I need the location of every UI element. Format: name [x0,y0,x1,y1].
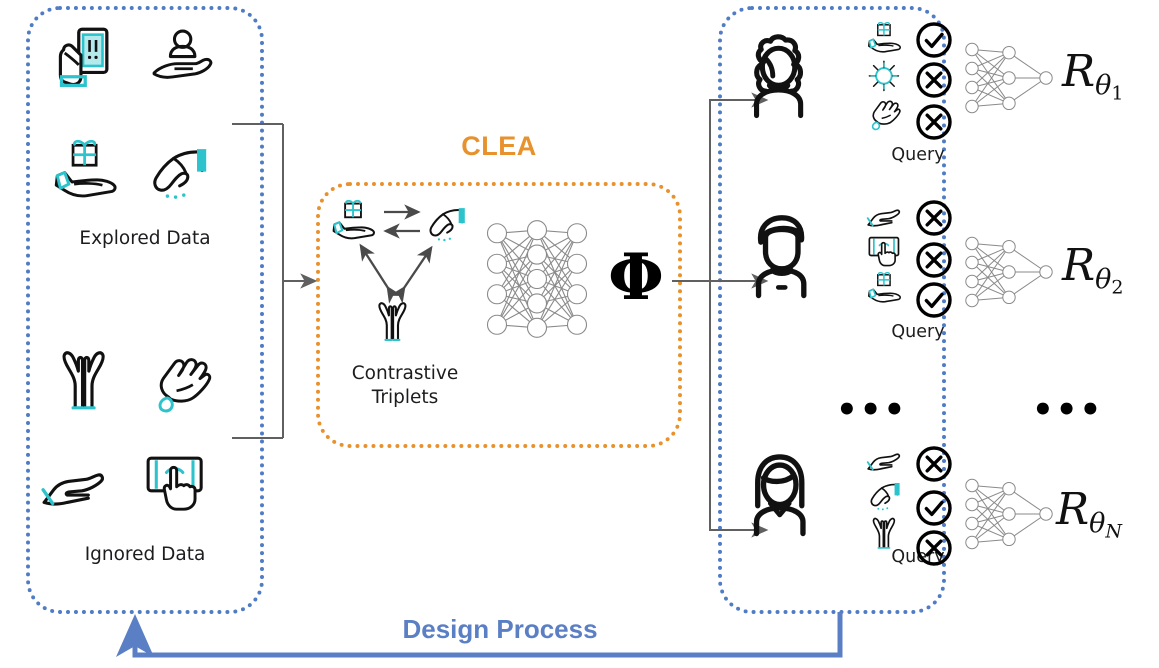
phi-to-users-connector [672,92,769,538]
reward-network-user-1 [965,42,1053,114]
clea-embedding-network [486,220,588,338]
query-icon-u3-q1 [866,453,901,471]
verdict-u2-q2-cross [916,242,952,278]
query-icon-u3-q3 [872,517,896,549]
diagram-vector-layer [41,21,1053,658]
icon-hand-wave-gesture [158,358,212,413]
query-icon-u1-q1 [868,21,901,53]
verdict-u2-q3-check [916,282,952,318]
icon-hand-offering-person [152,29,213,79]
icon-open-palm-hand [41,473,105,506]
icon-hand-pinch-gesture [153,148,207,201]
icon-triplet-positive-pinch [429,207,466,243]
icon-hand-holding-gift [54,139,117,198]
verdict-u1-q3-cross [916,104,952,140]
query-icon-u2-q3 [868,271,901,303]
icon-two-open-hands [62,351,105,410]
verdict-u3-q1-cross [916,446,952,482]
avatar-user-3 [757,457,803,534]
verdict-u1-q2-cross [916,62,952,98]
avatar-user-1 [757,37,801,116]
query-icon-u1-q2 [868,60,900,92]
avatar-user-2 [759,218,804,296]
icon-triplet-anchor-gift-hand [332,199,375,240]
design-process-feedback-arrow [116,612,843,658]
query-icon-u3-q2 [870,482,900,512]
query-icon-u2-q2 [868,236,900,267]
verdict-u2-q1-cross [916,200,952,236]
data-to-clea-bracket [232,123,284,439]
verdict-u3-q3-cross [916,530,952,566]
query-icon-u2-q1 [866,209,901,227]
diagram-canvas: CLEA Explored Data Ignored Data Contrast… [0,0,1159,668]
icon-triplet-negative-two-hands [378,302,407,341]
icon-hand-holding-phone-alert [58,27,109,88]
verdict-u1-q1-check [916,22,952,58]
reward-network-user-3 [965,478,1053,550]
icon-finger-tap-touchscreen [146,456,203,511]
reward-network-user-2 [965,236,1053,308]
query-icon-u1-q3 [871,100,901,131]
verdict-u3-q2-check [916,490,952,526]
triplet-arrows [359,204,433,304]
